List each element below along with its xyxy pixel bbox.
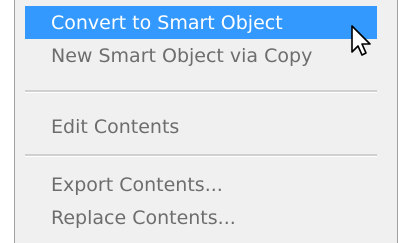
menu-separator (25, 90, 377, 93)
page: Convert to Smart Object New Smart Object… (0, 0, 412, 243)
arrow-pointer-icon (351, 25, 371, 56)
menu-item-replace-contents[interactable]: Replace Contents... (25, 201, 377, 234)
context-menu: Convert to Smart Object New Smart Object… (14, 0, 398, 243)
menu-item-export-contents[interactable]: Export Contents... (25, 168, 377, 201)
menu-item-edit-contents[interactable]: Edit Contents (25, 110, 377, 143)
menu-item-convert-to-smart-object[interactable]: Convert to Smart Object (25, 6, 377, 39)
menu-separator (25, 154, 377, 157)
menu-item-new-smart-object-via-copy[interactable]: New Smart Object via Copy (25, 39, 377, 72)
